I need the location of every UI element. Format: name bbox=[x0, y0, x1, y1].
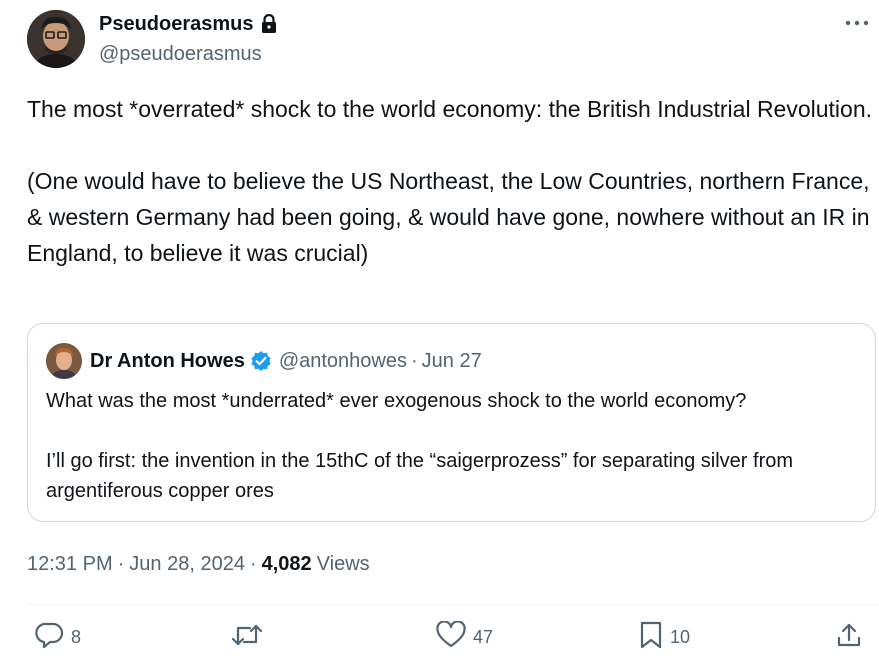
author-display-name[interactable]: Pseudoerasmus bbox=[99, 12, 278, 36]
share-button[interactable] bbox=[835, 618, 863, 656]
share-icon bbox=[835, 621, 863, 654]
verified-badge-icon bbox=[250, 350, 272, 372]
meta-separator: · bbox=[117, 552, 125, 575]
author-avatar[interactable] bbox=[27, 10, 85, 68]
like-count: 47 bbox=[473, 626, 494, 647]
quoted-author-avatar[interactable] bbox=[46, 343, 82, 379]
retweet-icon bbox=[230, 622, 264, 653]
author-display-name-text: Pseudoerasmus bbox=[99, 13, 254, 35]
bookmark-count: 10 bbox=[670, 626, 691, 647]
views-count: 4,082 bbox=[261, 552, 312, 575]
meta-separator: · bbox=[249, 552, 257, 575]
views-label: Views bbox=[316, 552, 370, 575]
author-handle[interactable]: @pseudoerasmus bbox=[99, 42, 278, 66]
like-button[interactable]: 47 bbox=[435, 618, 493, 656]
quoted-date[interactable]: Jun 27 bbox=[422, 350, 482, 373]
tweet-metadata: 12:31 PM · Jun 28, 2024 · 4,082 Views bbox=[27, 550, 370, 578]
quoted-separator: · bbox=[411, 349, 418, 372]
bookmark-button[interactable]: 10 bbox=[638, 618, 690, 656]
reply-count: 8 bbox=[71, 626, 82, 647]
reply-button[interactable]: 8 bbox=[35, 618, 81, 656]
quoted-author-handle[interactable]: @antonhowes bbox=[279, 350, 407, 373]
quoted-author-display-name[interactable]: Dr Anton Howes bbox=[90, 350, 245, 373]
bookmark-icon bbox=[638, 620, 664, 655]
quoted-tweet-text: What was the most *underrated* ever exog… bbox=[46, 390, 794, 502]
action-bar: 8 47 10 bbox=[27, 618, 872, 656]
reply-icon bbox=[35, 621, 65, 654]
quoted-tweet[interactable]: Dr Anton Howes @antonhowes · Jun 27 What… bbox=[27, 323, 876, 522]
lock-icon bbox=[260, 14, 278, 34]
tweet-card: Pseudoerasmus @pseudoerasmus The most *o… bbox=[0, 0, 879, 666]
more-horizontal-icon[interactable] bbox=[843, 12, 871, 34]
tweet-date[interactable]: Jun 28, 2024 bbox=[129, 553, 245, 576]
tweet-text: The most *overrated* shock to the world … bbox=[27, 96, 873, 266]
divider bbox=[27, 604, 879, 605]
quoted-tweet-header: Dr Anton Howes @antonhowes · Jun 27 bbox=[46, 343, 482, 379]
heart-icon bbox=[435, 619, 467, 654]
retweet-button[interactable] bbox=[230, 618, 270, 656]
author-info: Pseudoerasmus @pseudoerasmus bbox=[99, 12, 278, 66]
tweet-time[interactable]: 12:31 PM bbox=[27, 553, 113, 576]
